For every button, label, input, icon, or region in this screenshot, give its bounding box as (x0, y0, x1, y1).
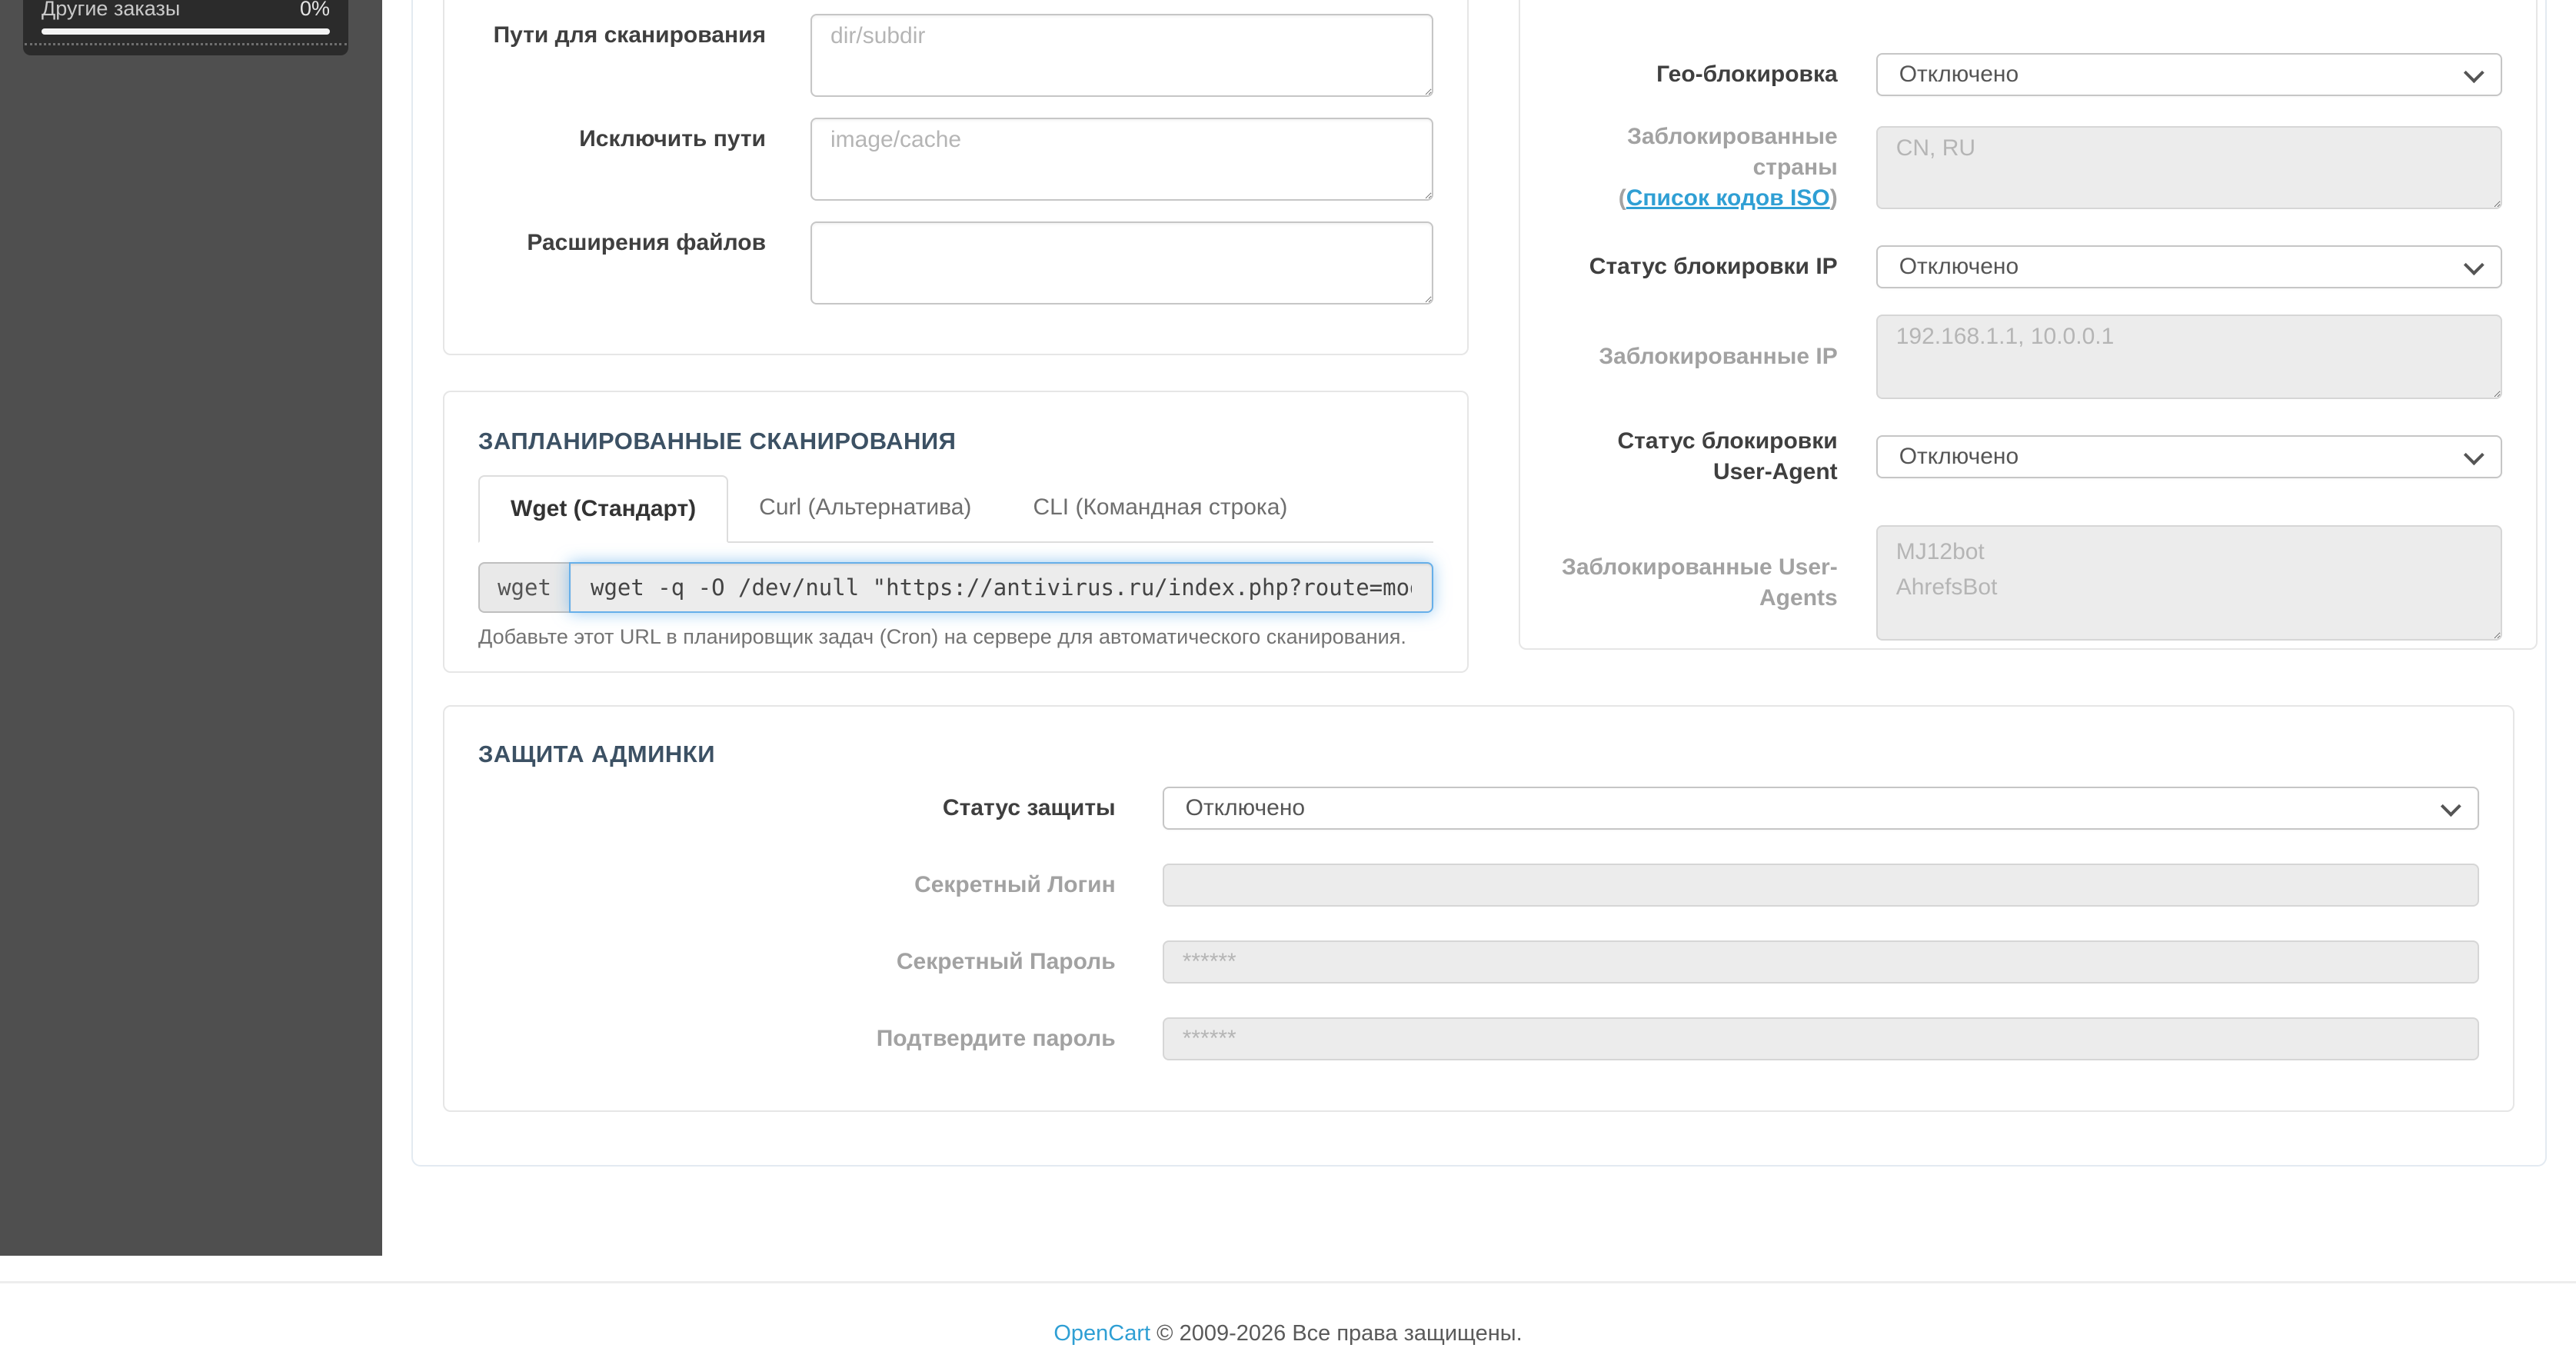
order-stats-panel: Другие заказы 0% (23, 0, 348, 55)
footer: OpenCart © 2009-2026 Все права защищены. (0, 1321, 2576, 1346)
scan-paths-label: Пути для сканирования (493, 22, 767, 48)
user-agent-block-status-value: Отключено (1899, 444, 2019, 469)
file-extensions-textarea[interactable] (810, 221, 1433, 305)
schedule-tabs: Wget (Стандарт) Curl (Альтернатива) CLI … (478, 475, 1433, 543)
admin-protection-title: ЗАЩИТА АДМИНКИ (478, 741, 715, 767)
confirm-password-input[interactable] (1162, 1017, 2479, 1060)
sidebar: Другие заказы 0% (0, 0, 382, 1256)
blocking-card: Гео-блокировка Отключено Заблокированные… (1519, 0, 2538, 650)
protection-status-select[interactable]: Отключено (1162, 787, 2479, 830)
secret-login-input[interactable] (1162, 864, 2479, 907)
user-agent-block-status-select[interactable]: Отключено (1875, 435, 2502, 478)
geo-blocking-select[interactable]: Отключено (1875, 53, 2502, 96)
stat-label: Другие заказы (42, 0, 181, 20)
chevron-down-icon (2463, 444, 2484, 465)
blocked-user-agents-label: Заблокированные User-Agents (1562, 554, 1838, 611)
copyright-text: © 2009-2026 Все права защищены. (1157, 1321, 1523, 1346)
blocked-ips-textarea[interactable] (1875, 315, 2502, 399)
secret-password-label: Секретный Пароль (896, 949, 1116, 974)
secret-login-label: Секретный Логин (914, 872, 1116, 897)
blocked-countries-textarea[interactable] (1875, 126, 2502, 209)
chevron-down-icon (2440, 795, 2461, 817)
tab-cli[interactable]: CLI (Командная строка) (1002, 475, 1318, 540)
protection-status-label: Статус защиты (942, 795, 1116, 820)
chevron-down-icon (2463, 254, 2484, 275)
ip-block-status-value: Отключено (1899, 254, 2019, 279)
admin-protection-card: ЗАЩИТА АДМИНКИ Статус защиты Отключено С… (443, 705, 2514, 1112)
blocked-ips-label: Заблокированные IP (1599, 344, 1838, 369)
scan-paths-card: Пути для сканирования Исключить пути Рас… (443, 0, 1469, 355)
secret-password-input[interactable] (1162, 940, 2479, 984)
opencart-link[interactable]: OpenCart (1053, 1321, 1150, 1346)
tab-curl[interactable]: Curl (Альтернатива) (728, 475, 1002, 540)
user-agent-block-status-label: Статус блокировки User-Agent (1617, 428, 1838, 484)
cron-command-input[interactable] (569, 562, 1433, 613)
blocked-countries-label: Заблокированные страны (Список кодов ISO… (1618, 124, 1838, 211)
scheduled-scans-card: ЗАПЛАНИРОВАННЫЕ СКАНИРОВАНИЯ Wget (Станд… (443, 391, 1469, 673)
chevron-down-icon (2463, 62, 2484, 83)
exclude-paths-textarea[interactable] (810, 118, 1433, 201)
iso-codes-link[interactable]: Список кодов ISO (1626, 185, 1830, 211)
geo-blocking-value: Отключено (1899, 62, 2019, 87)
progress-bar (42, 28, 330, 35)
stat-percent: 0% (299, 0, 330, 20)
exclude-paths-label: Исключить пути (579, 126, 767, 151)
scheduled-scans-title: ЗАПЛАНИРОВАННЫЕ СКАНИРОВАНИЯ (478, 428, 957, 454)
divider (25, 43, 347, 45)
confirm-password-label: Подтвердите пароль (876, 1026, 1116, 1051)
file-extensions-label: Расширения файлов (527, 230, 767, 255)
geo-blocking-label: Гео-блокировка (1656, 62, 1838, 87)
tab-wget[interactable]: Wget (Стандарт) (478, 475, 729, 543)
cron-help-text: Добавьте этот URL в планировщик задач (C… (478, 625, 1406, 648)
footer-divider (0, 1281, 2576, 1283)
cron-command-group: wget (478, 562, 1433, 613)
protection-status-value: Отключено (1185, 795, 1306, 820)
scan-paths-textarea[interactable] (810, 14, 1433, 97)
blocked-user-agents-textarea[interactable] (1875, 525, 2502, 641)
ip-block-status-select[interactable]: Отключено (1875, 245, 2502, 288)
wget-addon: wget (478, 562, 569, 613)
ip-block-status-label: Статус блокировки IP (1589, 254, 1838, 279)
